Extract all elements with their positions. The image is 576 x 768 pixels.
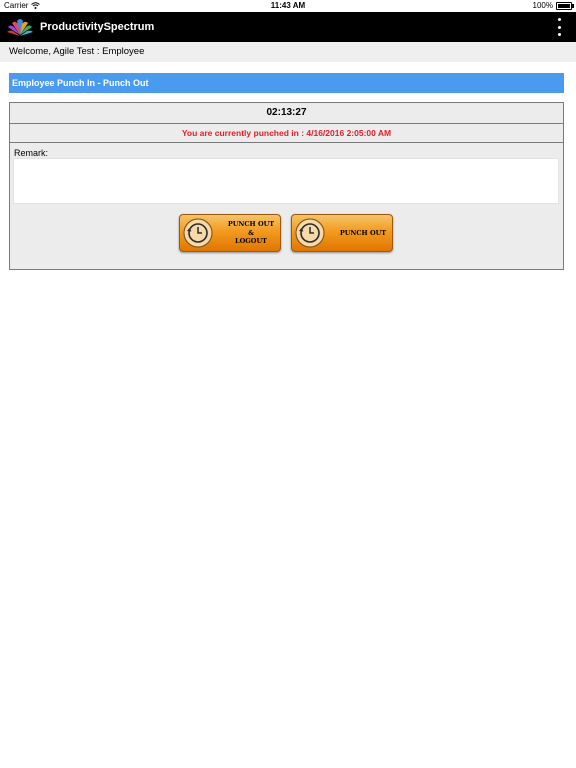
- status-bar: Carrier 11:43 AM 100%: [0, 0, 576, 12]
- lotus-logo-icon: [7, 19, 33, 36]
- punch-out-logout-label: PUNCH OUT & LOGOUT: [224, 220, 278, 246]
- clock-arrow-icon: [183, 218, 213, 248]
- battery-indicator: 100%: [532, 1, 574, 10]
- punch-button-row: PUNCH OUT & LOGOUT PUNCH OUT: [10, 214, 563, 252]
- status-time: 11:43 AM: [270, 1, 306, 10]
- elapsed-timer: 02:13:27: [10, 103, 563, 124]
- section-header: Employee Punch In - Punch Out: [9, 73, 564, 93]
- app-title: ProductivitySpectrum: [40, 21, 155, 33]
- section-title: Employee Punch In - Punch Out: [12, 78, 149, 88]
- punch-out-logout-line1: PUNCH OUT: [227, 220, 275, 228]
- clock-arrow-icon: [295, 218, 325, 248]
- app-navbar: ProductivitySpectrum: [0, 12, 576, 42]
- battery-percent: 100%: [532, 1, 553, 10]
- battery-icon: [556, 1, 574, 10]
- remark-label: Remark:: [14, 148, 49, 158]
- punch-panel: 02:13:27 You are currently punched in : …: [9, 102, 564, 270]
- punch-out-logout-line2: &: [248, 228, 254, 237]
- punch-status-message: You are currently punched in : 4/16/2016…: [10, 124, 563, 143]
- welcome-bar: Welcome, Agile Test : Employee: [0, 42, 576, 62]
- punch-out-button[interactable]: PUNCH OUT: [291, 214, 393, 252]
- punch-out-logout-button[interactable]: PUNCH OUT & LOGOUT: [179, 214, 281, 252]
- remark-input[interactable]: [13, 158, 559, 204]
- punch-out-label: PUNCH OUT: [339, 229, 387, 237]
- more-vertical-icon[interactable]: [556, 18, 562, 36]
- welcome-text: Welcome, Agile Test : Employee: [9, 46, 145, 57]
- punch-out-logout-line3: LOGOUT: [235, 237, 267, 245]
